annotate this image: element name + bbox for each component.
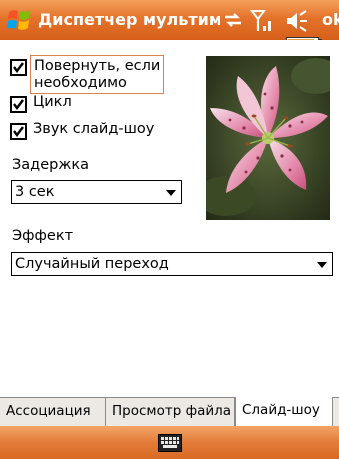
rotate-label: Повернуть, если необходимо [29, 55, 165, 94]
chevron-down-icon [166, 190, 176, 196]
windows-flag-icon[interactable] [6, 6, 34, 34]
tab-association[interactable]: Ассоциация [0, 398, 106, 426]
rotate-label-line1: Повернуть, если [34, 58, 161, 74]
sound-label: Звук слайд-шоу [33, 121, 155, 137]
sound-option[interactable]: Звук слайд-шоу [10, 121, 154, 140]
loop-option[interactable]: Цикл [10, 94, 72, 113]
effect-dropdown[interactable]: Случайный переход [11, 252, 333, 276]
effect-label: Эффект [12, 228, 74, 244]
sound-checkbox[interactable] [10, 123, 27, 140]
loop-checkbox[interactable] [10, 96, 27, 113]
battery-icon[interactable] [286, 30, 322, 40]
preview-image [206, 56, 330, 220]
effect-value: Случайный переход [15, 256, 169, 272]
loop-label: Цикл [33, 94, 72, 110]
tab-slideshow[interactable]: Слайд-шоу [235, 397, 333, 427]
keyboard-icon[interactable] [158, 434, 182, 456]
tab-strip: Ассоциация Просмотр файла Слайд-шоу [0, 397, 339, 427]
tab-file-view[interactable]: Просмотр файла [106, 398, 235, 426]
chevron-down-icon [317, 262, 327, 268]
delay-dropdown[interactable]: 3 сек [11, 180, 182, 204]
app-title: Диспетчер мультим [38, 10, 220, 29]
signal-icon[interactable] [250, 9, 274, 37]
title-bar: Диспетчер мультим ok [0, 0, 339, 40]
rotate-label-line2: необходимо [34, 75, 127, 91]
delay-value: 3 сек [15, 184, 55, 200]
menu-bar [0, 426, 339, 459]
connectivity-icon[interactable] [222, 9, 244, 35]
ok-button[interactable]: ok [322, 0, 339, 40]
rotate-option[interactable]: Повернуть, если необходимо [10, 55, 165, 94]
rotate-checkbox[interactable] [10, 59, 27, 76]
delay-label: Задержка [12, 157, 90, 173]
